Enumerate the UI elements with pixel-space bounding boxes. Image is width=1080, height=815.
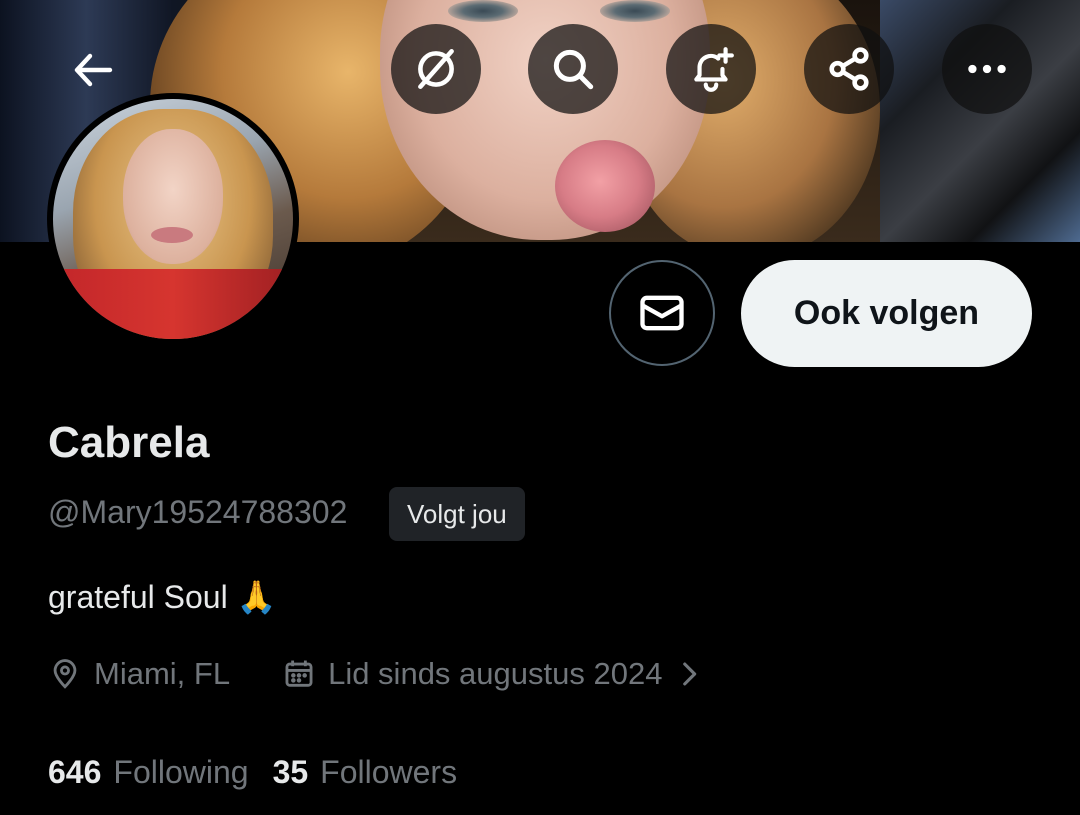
follow-back-button[interactable]: Ook volgen xyxy=(741,260,1032,367)
message-button[interactable] xyxy=(609,260,715,366)
follows-you-badge: Volgt jou xyxy=(389,487,525,541)
location-pin-icon xyxy=(53,659,77,689)
following-count: 646 xyxy=(48,754,102,790)
follow-back-label: Ook volgen xyxy=(793,294,980,332)
chevron-right-icon[interactable] xyxy=(672,657,706,691)
profile-bio: grateful Soul 🙏 xyxy=(48,579,277,615)
follow-stats: 646 Following 35 Followers xyxy=(48,754,457,791)
profile-meta: Miami, FL Lid sinds augustus 2024 xyxy=(48,652,706,696)
share-icon xyxy=(829,47,869,91)
following-label: Following xyxy=(113,754,249,790)
profile-name: Cabrela xyxy=(48,418,210,467)
more-horizontal-icon xyxy=(968,64,1006,74)
grok-icon xyxy=(418,49,454,90)
profile-joined-date[interactable]: Lid sinds augustus 2024 xyxy=(328,656,662,692)
followers-count: 35 xyxy=(272,754,309,790)
back-button[interactable] xyxy=(52,28,136,112)
profile-location: Miami, FL xyxy=(94,656,231,691)
search-icon xyxy=(553,49,594,90)
followers-label: Followers xyxy=(320,754,458,790)
follows-you-label: Volgt jou xyxy=(407,498,507,529)
calendar-icon xyxy=(285,660,313,687)
profile-page: Ook volgen Cabrela @Mary19524788302 Volg… xyxy=(0,0,1080,815)
more-options-button[interactable] xyxy=(942,24,1032,114)
avatar-image xyxy=(53,99,293,339)
arrow-left-icon xyxy=(74,53,113,87)
share-button[interactable] xyxy=(804,24,894,114)
grok-button[interactable] xyxy=(391,24,481,114)
profile-handle: @Mary19524788302 xyxy=(48,494,348,530)
followers-link[interactable]: 35 Followers xyxy=(273,754,458,791)
bell-plus-icon xyxy=(694,47,734,92)
avatar[interactable] xyxy=(47,93,299,345)
following-link[interactable]: 646 Following xyxy=(48,754,249,791)
envelope-icon xyxy=(640,295,684,331)
notifications-button[interactable] xyxy=(666,24,756,114)
search-button[interactable] xyxy=(528,24,618,114)
